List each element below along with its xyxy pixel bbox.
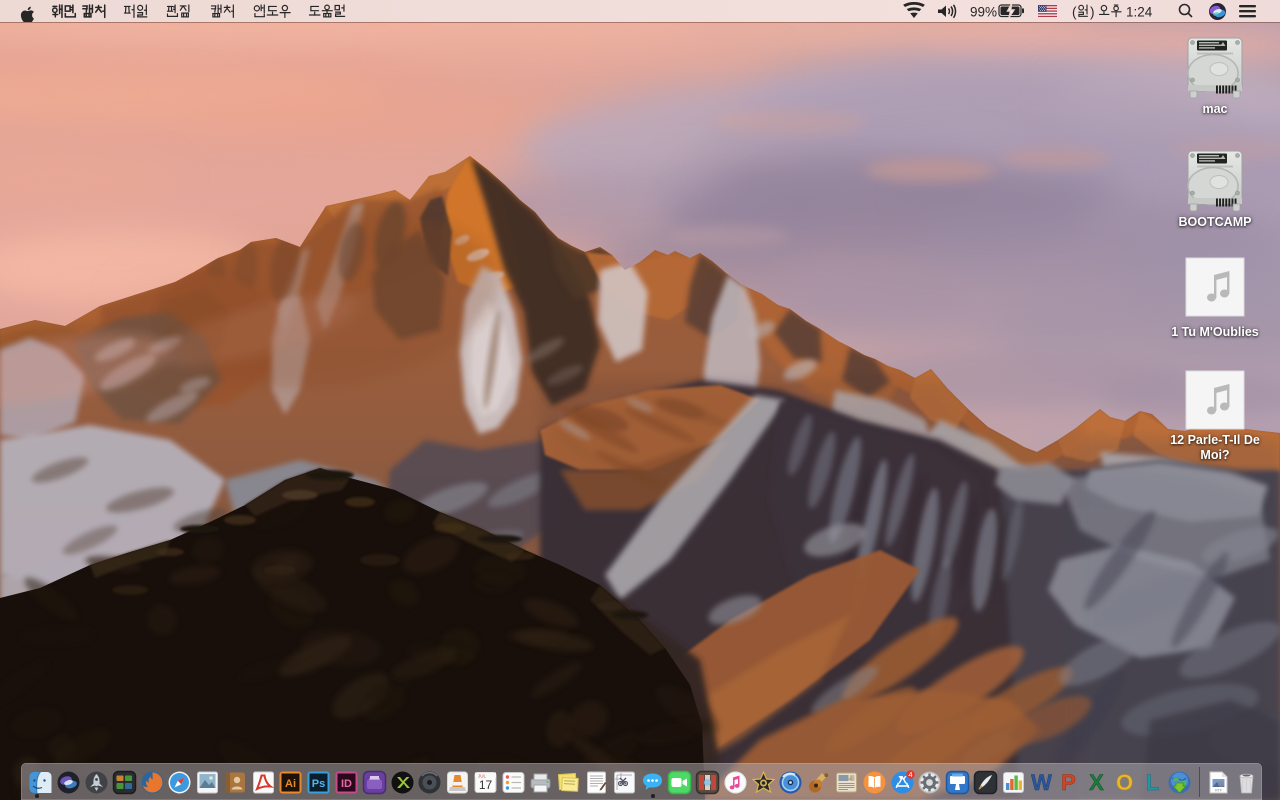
- svg-text:4: 4: [908, 770, 912, 779]
- svg-text:ID: ID: [341, 778, 352, 790]
- svg-text:P: P: [1061, 770, 1076, 795]
- svg-text:W: W: [1031, 770, 1052, 795]
- svg-text:Ai: Ai: [285, 778, 296, 790]
- svg-text:(: (: [1072, 5, 1077, 20]
- svg-text:99%: 99%: [970, 5, 997, 20]
- svg-text:1:24: 1:24: [1126, 5, 1153, 20]
- svg-text:17: 17: [479, 778, 493, 792]
- svg-text:): ): [1090, 5, 1095, 20]
- svg-text:X: X: [1089, 770, 1104, 795]
- svg-text:O: O: [1116, 770, 1133, 795]
- svg-text:L: L: [1145, 770, 1158, 795]
- svg-text:RTF: RTF: [1215, 788, 1222, 792]
- svg-text:Ps: Ps: [312, 778, 325, 790]
